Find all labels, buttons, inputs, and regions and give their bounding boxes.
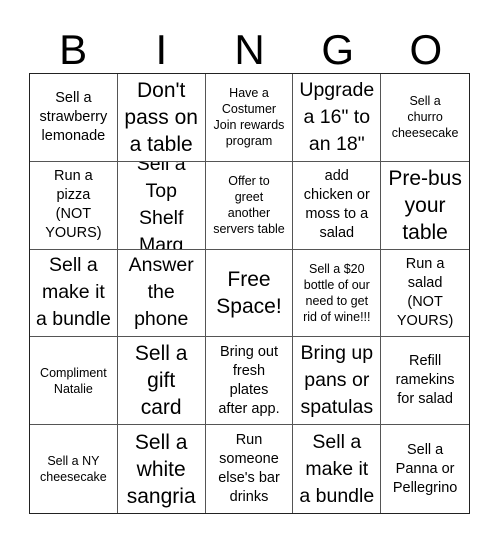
bingo-cell-text: Upgrade a 16" to an 18" — [299, 78, 375, 155]
bingo-cell-g5[interactable]: Sell a make it a bundle — [293, 425, 382, 513]
bingo-cell-text: Free Space! — [216, 267, 282, 318]
bingo-cell-b2[interactable]: Run a pizza (NOT YOURS) — [30, 161, 118, 250]
bingo-cell-b3[interactable]: Sell a make it a bundle — [30, 249, 118, 338]
bingo-cell-n5[interactable]: Run someone else's bar drinks — [206, 425, 294, 513]
bingo-cell-n2[interactable]: Offer to greet another servers table — [205, 161, 294, 250]
bingo-cell-o1[interactable]: Sell a churro cheesecake — [381, 74, 469, 162]
bingo-cell-text: Bring out fresh plates after app. — [218, 343, 280, 417]
bingo-cell-o3[interactable]: Run a salad (NOT YOURS) — [381, 250, 469, 338]
bingo-cell-text: Have a Costumer Join rewards program — [213, 86, 285, 149]
bingo-cell-text: Bring up pans or spatulas — [300, 342, 374, 419]
bingo-cell-text: Sell a white sangria — [126, 430, 196, 508]
bingo-cell-free-space[interactable]: Free Space! — [205, 249, 294, 338]
bingo-cell-text: Don't pass on a table — [124, 78, 198, 156]
bingo-cell-o2[interactable]: Pre-bus your table — [381, 162, 469, 250]
bingo-cell-text: Sell a strawberry lemonade — [39, 89, 108, 144]
bingo-cell-text: Sell a Panna or Pellegrino — [392, 441, 458, 496]
bingo-cell-g2[interactable]: add chicken or moss to a salad — [293, 161, 382, 250]
bingo-cell-i1[interactable]: Don't pass on a table — [117, 74, 206, 162]
bingo-cell-text: Answer the phone — [128, 254, 194, 331]
bingo-cell-text: Sell a Top Shelf Marg — [136, 161, 186, 250]
header-letter-o: O — [409, 26, 443, 73]
bingo-cell-text: Run a salad (NOT YOURS) — [396, 255, 454, 329]
bingo-cell-text: add chicken or moss to a salad — [303, 168, 370, 242]
bingo-cell-b4[interactable]: Compliment Natalie — [30, 337, 118, 426]
bingo-cell-o4[interactable]: Refill ramekins for salad — [381, 337, 469, 426]
bingo-cell-text: Pre-bus your table — [388, 166, 462, 244]
bingo-cell-g4[interactable]: Bring up pans or spatulas — [293, 337, 382, 426]
bingo-cell-text: Refill ramekins for salad — [395, 353, 455, 408]
bingo-cell-text: Sell a make it a bundle — [35, 254, 111, 331]
bingo-cell-text: Sell a NY cheesecake — [40, 454, 107, 485]
bingo-cell-text: Offer to greet another servers table — [213, 174, 285, 237]
bingo-cell-text: Sell a make it a bundle — [299, 430, 375, 507]
bingo-cell-b1[interactable]: Sell a strawberry lemonade — [30, 74, 118, 162]
bingo-cell-g3[interactable]: Sell a $20 bottle of our need to get rid… — [293, 249, 382, 338]
bingo-cell-i3[interactable]: Answer the phone — [117, 249, 206, 338]
bingo-cell-i5[interactable]: Sell a white sangria — [118, 425, 206, 513]
bingo-cell-n1[interactable]: Have a Costumer Join rewards program — [205, 74, 294, 162]
bingo-grid: Sell a strawberry lemonade Don't pass on … — [29, 73, 470, 514]
bingo-cell-b5[interactable]: Sell a NY cheesecake — [30, 425, 118, 513]
bingo-cell-o5[interactable]: Sell a Panna or Pellegrino — [381, 425, 469, 513]
header-letter-b: B — [59, 26, 88, 73]
bingo-cell-text: Sell a $20 bottle of our need to get rid… — [303, 261, 371, 324]
bingo-cell-g1[interactable]: Upgrade a 16" to an 18" — [293, 74, 382, 162]
bingo-cell-text: Sell a churro cheesecake — [391, 94, 459, 141]
bingo-cell-i2[interactable]: Sell a Top Shelf Marg — [117, 161, 206, 250]
bingo-cell-text: Sell a gift card — [134, 342, 188, 420]
bingo-cell-text: Run someone else's bar drinks — [218, 432, 280, 506]
bingo-cell-text: Compliment Natalie — [40, 365, 107, 396]
header-letter-g: G — [321, 26, 355, 73]
header-letter-n: N — [234, 26, 265, 73]
header-letter-i: I — [155, 26, 168, 73]
bingo-header: B I N G O — [29, 28, 470, 72]
bingo-cell-i4[interactable]: Sell a gift card — [117, 337, 206, 426]
bingo-cell-n4[interactable]: Bring out fresh plates after app. — [205, 337, 294, 426]
bingo-cell-text: Run a pizza (NOT YOURS) — [45, 168, 102, 242]
